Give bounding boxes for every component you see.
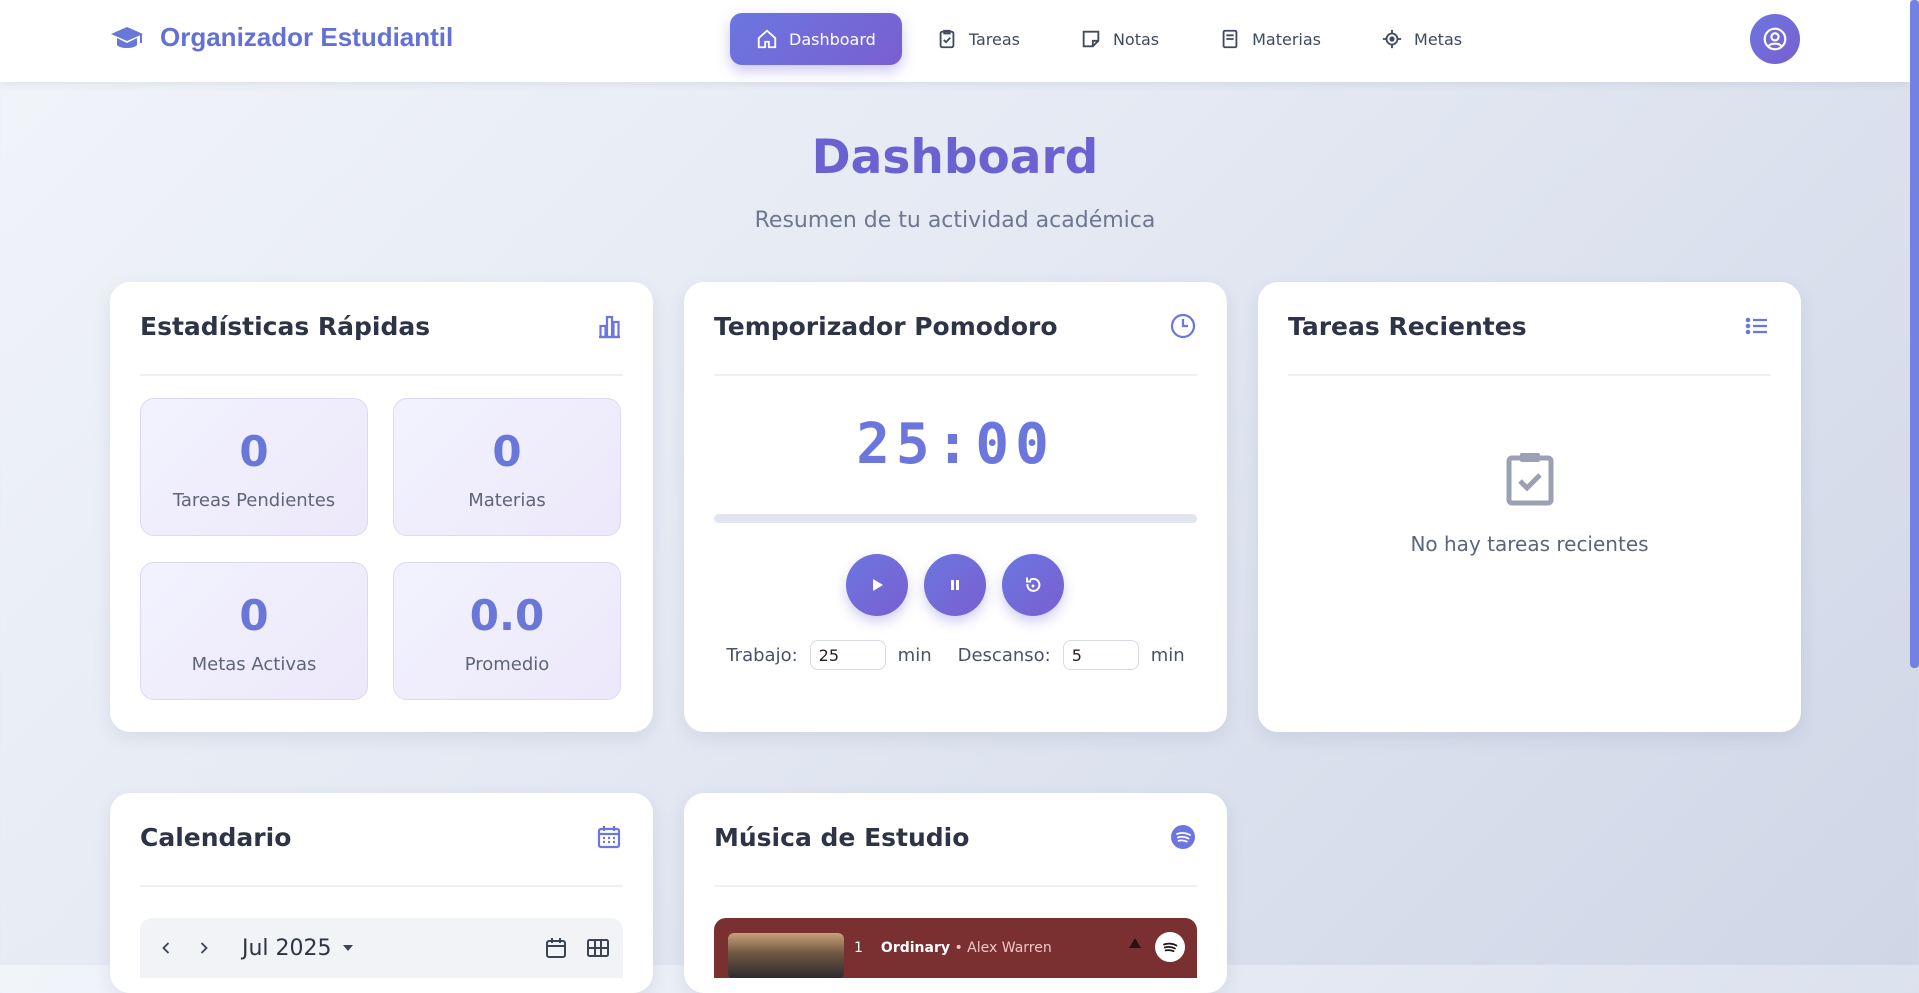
nav-tareas-label: Tareas: [968, 29, 1020, 49]
track-artist-separator: •: [954, 940, 968, 956]
pause-icon: [951, 580, 959, 590]
bar-chart-icon: [599, 315, 620, 339]
target-icon: [1382, 29, 1402, 49]
spotify-player[interactable]: 1 Ordinary • Alex Warren: [714, 918, 1197, 978]
track-row[interactable]: 1 Ordinary • Alex Warren: [854, 940, 1052, 956]
stats-card: Estadísticas Rápidas 0 Tareas Pendientes…: [110, 282, 653, 732]
calendar-prev-button[interactable]: [154, 936, 178, 960]
pomodoro-card-header: Temporizador Pomodoro: [714, 312, 1197, 376]
home-icon: [757, 29, 777, 49]
user-menu-button[interactable]: [1750, 14, 1800, 64]
calendar-toolbar: Jul 2025: [140, 918, 623, 978]
start-button[interactable]: [846, 554, 908, 616]
music-card-header: Música de Estudio: [714, 823, 1197, 887]
user-circle-icon: [1763, 27, 1787, 51]
calendar-month-label: Jul 2025: [242, 935, 332, 961]
nav-dashboard-label: Dashboard: [789, 29, 876, 49]
work-label: Trabajo:: [726, 644, 798, 666]
grid-view-icon[interactable]: [585, 935, 611, 961]
pause-button[interactable]: [924, 554, 986, 616]
stat-label: Materias: [468, 490, 546, 511]
main-nav: Dashboard Tareas Notas Materias Metas: [730, 13, 1488, 65]
play-icon: [873, 579, 883, 591]
stat-tareas-pendientes: 0 Tareas Pendientes: [140, 398, 368, 536]
brand[interactable]: Organizador Estudiantil: [110, 22, 453, 53]
calendar-next-button[interactable]: [192, 936, 216, 960]
calendar-card: Calendario Jul 2025: [110, 793, 653, 993]
timer-settings: Trabajo: min Descanso: min: [684, 640, 1227, 670]
nav-materias[interactable]: Materias: [1193, 13, 1347, 65]
nav-metas-label: Metas: [1414, 29, 1463, 49]
track-name: Ordinary: [880, 940, 950, 956]
music-card: Música de Estudio 1 Ordinary • Alex Warr…: [684, 793, 1227, 993]
stat-value: 0: [239, 427, 269, 476]
pomodoro-card-title: Temporizador Pomodoro: [714, 312, 1058, 341]
calendar-month-view-icon[interactable]: [543, 935, 569, 961]
stat-value: 0: [239, 591, 269, 640]
track-number: 1: [854, 940, 863, 956]
page-title: Dashboard: [811, 130, 1099, 185]
clipboard-check-icon: [1506, 453, 1553, 506]
spotify-icon: [1171, 825, 1195, 849]
work-unit: min: [897, 644, 932, 666]
page-subtitle: Resumen de tu actividad académica: [754, 208, 1156, 233]
track-artist: Alex Warren: [967, 940, 1052, 956]
timer-progress-bar: [714, 514, 1197, 523]
caret-down-icon: [342, 945, 353, 951]
reset-button[interactable]: [1002, 554, 1064, 616]
album-cover: [728, 933, 844, 978]
spotify-logo-icon[interactable]: [1155, 932, 1185, 962]
book-icon: [1222, 29, 1238, 49]
clock-icon: [1170, 313, 1196, 339]
pomodoro-card: Temporizador Pomodoro 25:00 Trabajo: min…: [684, 282, 1227, 732]
break-label: Descanso:: [957, 644, 1051, 666]
nav-dashboard[interactable]: Dashboard: [730, 13, 902, 65]
calendar-icon: [597, 826, 621, 849]
chevron-right-icon: [200, 942, 208, 954]
music-card-title: Música de Estudio: [714, 823, 970, 852]
nav-metas[interactable]: Metas: [1355, 13, 1488, 65]
scroll-up-icon[interactable]: [1129, 938, 1141, 948]
stats-card-header: Estadísticas Rápidas: [140, 312, 623, 376]
stat-materias: 0 Materias: [393, 398, 621, 536]
stat-label: Promedio: [464, 654, 550, 675]
task-check-icon: [939, 29, 955, 49]
reset-icon: [1026, 577, 1041, 592]
calendar-card-header: Calendario: [140, 823, 623, 887]
nav-notas[interactable]: Notas: [1054, 13, 1185, 65]
stat-label: Tareas Pendientes: [172, 490, 336, 511]
stat-value: 0: [492, 427, 522, 476]
break-unit: min: [1150, 644, 1185, 666]
recent-tasks-card-header: Tareas Recientes: [1288, 312, 1771, 376]
nav-tareas[interactable]: Tareas: [910, 13, 1046, 65]
calendar-card-title: Calendario: [140, 823, 292, 852]
scrollbar-thumb[interactable]: [1910, 0, 1919, 668]
recent-tasks-card-title: Tareas Recientes: [1288, 312, 1527, 341]
empty-state-text: No hay tareas recientes: [1410, 532, 1649, 556]
break-minutes-input[interactable]: [1062, 640, 1139, 670]
top-navbar: Organizador Estudiantil Dashboard Tareas…: [0, 0, 1910, 82]
stat-metas-activas: 0 Metas Activas: [140, 562, 368, 700]
stats-card-title: Estadísticas Rápidas: [140, 312, 431, 341]
calendar-month-selector[interactable]: Jul 2025: [242, 936, 354, 961]
stat-promedio: 0.0 Promedio: [393, 562, 621, 700]
list-icon: [1745, 317, 1767, 335]
graduation-cap-icon: [111, 26, 143, 48]
stat-label: Metas Activas: [191, 654, 317, 675]
nav-materias-label: Materias: [1252, 29, 1322, 49]
work-minutes-input[interactable]: [809, 640, 886, 670]
timer-display: 25:00: [856, 412, 1055, 477]
chevron-left-icon: [162, 942, 170, 954]
brand-title: Organizador Estudiantil: [160, 22, 454, 52]
nav-notas-label: Notas: [1112, 29, 1160, 49]
note-icon: [1082, 30, 1100, 48]
recent-tasks-card: Tareas Recientes No hay tareas recientes: [1258, 282, 1801, 732]
stat-value: 0.0: [469, 591, 545, 640]
